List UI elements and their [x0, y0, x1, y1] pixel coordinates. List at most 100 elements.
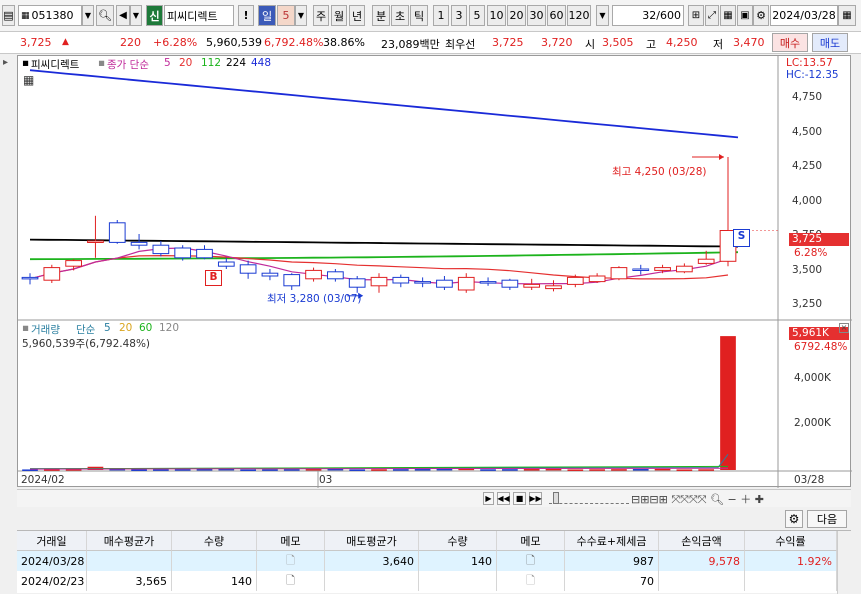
count-dropdown-icon[interactable]: ▼: [596, 5, 609, 26]
period-week-button[interactable]: 주: [313, 5, 329, 26]
zoom-slider-handle[interactable]: [553, 492, 559, 504]
count-3-button[interactable]: 3: [451, 5, 467, 26]
volume-bar: [392, 469, 409, 471]
period-num-field[interactable]: 5: [277, 5, 295, 26]
view-count-field[interactable]: 32 /600: [612, 5, 684, 26]
col-sell-avg[interactable]: 매도평균가: [325, 531, 419, 551]
table-toolbar: ⚙ 다음: [17, 508, 851, 530]
stop-icon[interactable]: ■: [513, 492, 526, 505]
cell-buy-avg: 3,565: [87, 571, 172, 591]
y-tick-4750: 4,750: [792, 91, 823, 103]
period-tick-button[interactable]: 틱: [410, 5, 428, 26]
speaker-dropdown-icon[interactable]: ▼: [130, 5, 142, 26]
ma-112-label: 112: [201, 57, 222, 69]
cell-fees: 70: [565, 571, 659, 591]
count-20-button[interactable]: 20: [507, 5, 526, 26]
scroll-right-icon[interactable]: ▶: [483, 492, 494, 505]
memo-icon[interactable]: 🗋: [257, 551, 325, 571]
col-sell-qty[interactable]: 수량: [419, 531, 497, 551]
view-mode-icons[interactable]: ⊟⊞⊟⊞ ⤧⤧⤧⤧ 🔍︎ − ＋ ✚: [631, 491, 764, 507]
close-icon[interactable]: ×: [839, 323, 849, 333]
period-year-button[interactable]: 년: [349, 5, 365, 26]
count-120-button[interactable]: 120: [567, 5, 591, 26]
search-icon[interactable]: 🔍︎: [96, 5, 114, 26]
date-field[interactable]: 2024/03/28: [770, 5, 838, 26]
grid-tool-icon[interactable]: ▦: [720, 5, 736, 26]
table-row[interactable]: 2024/03/28 🗋 3,640 140 🗋 987 9,578 1.92%: [17, 551, 837, 571]
candle-body: [43, 267, 61, 281]
cell-date: 2024/02/23: [17, 571, 87, 591]
next-button[interactable]: 다음: [807, 510, 847, 528]
period-dropdown-icon[interactable]: ▼: [295, 5, 307, 26]
count-1-button[interactable]: 1: [433, 5, 449, 26]
count-10-button[interactable]: 10: [487, 5, 506, 26]
current-price: 3,725: [20, 36, 52, 49]
col-sell-memo[interactable]: 메모: [497, 531, 565, 551]
candle-body: [523, 283, 541, 288]
calendar-icon[interactable]: ▦: [838, 5, 856, 26]
alert-button[interactable]: !: [238, 5, 254, 26]
stock-name-field[interactable]: 피씨디렉트: [164, 5, 234, 26]
sell-button[interactable]: 매도: [812, 33, 848, 52]
period-month-button[interactable]: 월: [331, 5, 347, 26]
count-5-button[interactable]: 5: [469, 5, 485, 26]
col-buy-qty[interactable]: 수량: [172, 531, 257, 551]
save-icon[interactable]: ▣: [737, 5, 753, 26]
candle-body: [610, 267, 628, 280]
stock-code-input[interactable]: ▦ 051380: [18, 5, 82, 26]
memo-icon[interactable]: 🗋: [497, 571, 565, 591]
high-label: 고: [646, 38, 657, 51]
high-price: 4,250: [666, 36, 698, 49]
candle-body: [65, 260, 82, 267]
data-table-icon[interactable]: ▦: [23, 73, 34, 87]
table-row[interactable]: 2024/02/23 3,565 140 🗋 🗋 70: [17, 571, 837, 591]
volume-bar: [22, 469, 38, 471]
volume-text: 5,960,539주(6,792.48%): [22, 338, 151, 350]
buy-button[interactable]: 매수: [772, 33, 808, 52]
col-return[interactable]: 수익률: [745, 531, 837, 551]
volume-bar: [436, 468, 453, 471]
count-60-button[interactable]: 60: [547, 5, 566, 26]
buy-marker[interactable]: B: [205, 270, 222, 286]
volume-pct: 6,792.48%: [264, 36, 324, 49]
table-gear-icon[interactable]: ⚙: [785, 510, 803, 528]
speaker-icon[interactable]: ◀: [116, 5, 130, 26]
candle-body: [217, 261, 235, 267]
memo-add-icon[interactable]: 🗋: [497, 551, 565, 571]
volume-bar: [283, 469, 300, 471]
scroll-back-icon[interactable]: ◀◀: [497, 492, 510, 505]
candle-tool-icon[interactable]: ⊞: [688, 5, 704, 26]
menu-icon[interactable]: ▤: [2, 5, 15, 26]
y-tick-3250: 3,250: [792, 298, 823, 310]
table-scrollbar[interactable]: [837, 531, 851, 594]
col-fees[interactable]: 수수료+제세금: [565, 531, 659, 551]
volume-legend-icon: ▪: [22, 322, 30, 334]
period-second-button[interactable]: 초: [391, 5, 409, 26]
collapse-icon[interactable]: ▸: [3, 57, 8, 68]
vol-ma-20-label: 20: [119, 322, 133, 334]
cell-sell-qty: [419, 571, 497, 591]
candle-body: [545, 285, 562, 290]
col-trade-date[interactable]: 거래일: [17, 531, 87, 551]
count-30-button[interactable]: 30: [527, 5, 546, 26]
col-buy-memo[interactable]: 메모: [257, 531, 325, 551]
volume-bar: [698, 469, 715, 471]
code-dropdown-icon[interactable]: ▼: [82, 5, 94, 26]
chart-area[interactable]: ▪ 피씨디렉트 ▪ 종가 단순 5 20 112 224 448 ▦ LC:13…: [17, 55, 852, 488]
col-buy-avg[interactable]: 매수평균가: [87, 531, 172, 551]
volume-bar: [611, 469, 627, 471]
zoom-slider[interactable]: [549, 493, 629, 504]
current-volume-pct: 6792.48%: [794, 341, 848, 353]
col-pnl[interactable]: 손익금액: [659, 531, 745, 551]
zoom-tool-icon[interactable]: ⤢: [705, 5, 719, 26]
period-minute-button[interactable]: 분: [372, 5, 390, 26]
scroll-forward-icon[interactable]: ▶▶: [529, 492, 542, 505]
candle-body: [174, 247, 192, 259]
period-day-button[interactable]: 일: [258, 5, 276, 26]
volume-bar: [262, 469, 278, 471]
volume-bar: [153, 469, 169, 471]
sell-marker[interactable]: S: [733, 229, 750, 247]
memo-add-icon[interactable]: 🗋: [257, 571, 325, 591]
candle-body: [239, 264, 257, 274]
settings-gear-icon[interactable]: ⚙: [753, 5, 769, 26]
